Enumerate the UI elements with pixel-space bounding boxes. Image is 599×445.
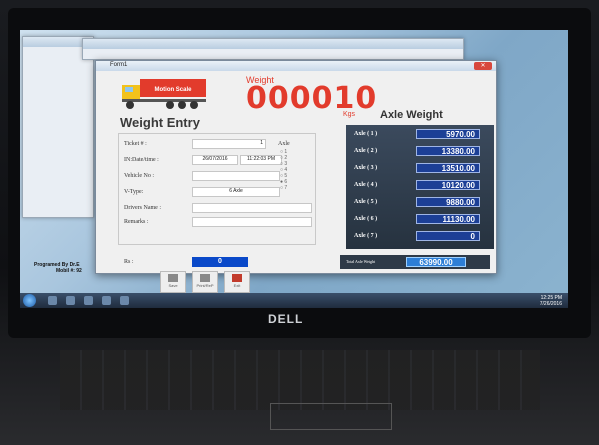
background-window-2[interactable] — [82, 38, 464, 60]
axle-7-value: 0 — [416, 231, 480, 241]
touchpad — [270, 403, 392, 430]
remarks-label: Remarks : — [124, 219, 149, 225]
axle-1-label: Axle ( 1 ) — [354, 131, 378, 137]
exit-button[interactable]: Exit — [224, 271, 250, 293]
axle-1-value: 5970.00 — [416, 129, 480, 139]
weight-entry-window: Form1 ✕ Motion Scale Weight 000010 Kgs W… — [95, 60, 497, 293]
background-window[interactable] — [22, 36, 94, 218]
drivers-input[interactable] — [192, 203, 312, 213]
printer-icon — [200, 274, 210, 282]
axle-3-label: Axle ( 3 ) — [354, 165, 378, 171]
total-axle-weight-panel: Total Axle Weight 63990.00 — [340, 255, 490, 269]
axle-7-label: Axle ( 7 ) — [354, 233, 378, 239]
in-date-input[interactable]: 26/07/2016 — [192, 155, 238, 165]
axle-5-label: Axle ( 5 ) — [354, 199, 378, 205]
print-label: Print/ReP — [196, 283, 214, 288]
taskbar-folder-icon[interactable] — [66, 296, 75, 305]
save-icon — [168, 274, 178, 282]
print-button[interactable]: Print/ReP — [192, 271, 218, 293]
axle-6-value: 11130.00 — [416, 214, 480, 224]
exit-label: Exit — [233, 283, 241, 288]
ticket-label: Ticket # : — [124, 141, 147, 147]
taskbar-media-icon[interactable] — [48, 296, 57, 305]
weight-entry-title: Weight Entry — [120, 115, 200, 130]
close-button[interactable]: ✕ — [474, 62, 492, 70]
weight-unit: Kgs — [343, 111, 356, 118]
axle-radio-7[interactable]: ○ 7 — [280, 185, 287, 191]
taskbar-eye-icon[interactable] — [120, 296, 129, 305]
total-axle-weight-label: Total Axle Weight — [346, 259, 376, 264]
axle-6-label: Axle ( 6 ) — [354, 216, 378, 222]
brand-text: Motion Scale — [154, 87, 192, 93]
start-button[interactable] — [23, 294, 36, 307]
total-axle-weight-value: 63990.00 — [406, 257, 466, 267]
background-window-2-titlebar[interactable] — [83, 39, 463, 49]
axle-3-value: 13510.00 — [416, 163, 480, 173]
laptop-logo: DELL — [268, 312, 304, 326]
vehicle-input[interactable] — [192, 171, 280, 181]
truck-logo: Motion Scale — [122, 79, 206, 109]
axle-weight-panel: Axle ( 1 ) 5970.00 Axle ( 2 ) 13380.00 A… — [346, 125, 494, 249]
ticket-input[interactable]: 1 — [192, 139, 266, 149]
window-titlebar[interactable]: Form1 ✕ — [96, 61, 496, 71]
axle-5-value: 9880.00 — [416, 197, 480, 207]
axle-weight-title: Axle Weight — [380, 109, 443, 121]
vehicle-label: Vehicle No : — [124, 173, 154, 179]
keyboard — [60, 350, 540, 410]
rs-label: Rs : — [124, 259, 134, 265]
vtype-select[interactable]: 6 Axle — [192, 187, 280, 197]
weight-readout: 000010 — [246, 81, 378, 116]
drivers-label: Drivers Name : — [124, 205, 161, 211]
axle-2-value: 13380.00 — [416, 146, 480, 156]
axle-4-value: 10120.00 — [416, 180, 480, 190]
in-time-input[interactable]: 11:22:03 PM — [240, 155, 282, 165]
desktop-screen: Programed By Dr.E Mobil #: 92 Form1 ✕ Mo… — [20, 30, 568, 308]
vtype-label: V-Type: — [124, 189, 144, 195]
save-label: Save — [168, 283, 178, 288]
rs-value: 0 — [192, 257, 248, 267]
axle-selector-label: Axle — [278, 141, 290, 147]
taskbar: 12:25 PM 7/26/2016 — [20, 293, 568, 308]
system-tray[interactable]: 12:25 PM 7/26/2016 — [540, 295, 562, 307]
window-title: Form1 — [110, 62, 128, 68]
axle-2-label: Axle ( 2 ) — [354, 148, 378, 154]
exit-icon — [232, 274, 242, 282]
axle-radio-7-label: 7 — [284, 185, 288, 191]
remarks-input[interactable] — [192, 217, 312, 227]
taskbar-browser-icon[interactable] — [84, 296, 93, 305]
credit-line-2: Mobil #: 92 — [56, 268, 82, 274]
axle-4-label: Axle ( 4 ) — [354, 182, 378, 188]
save-button[interactable]: Save — [160, 271, 186, 293]
in-datetime-label: IN:Date/time : — [124, 157, 159, 163]
taskbar-app-icon[interactable] — [102, 296, 111, 305]
